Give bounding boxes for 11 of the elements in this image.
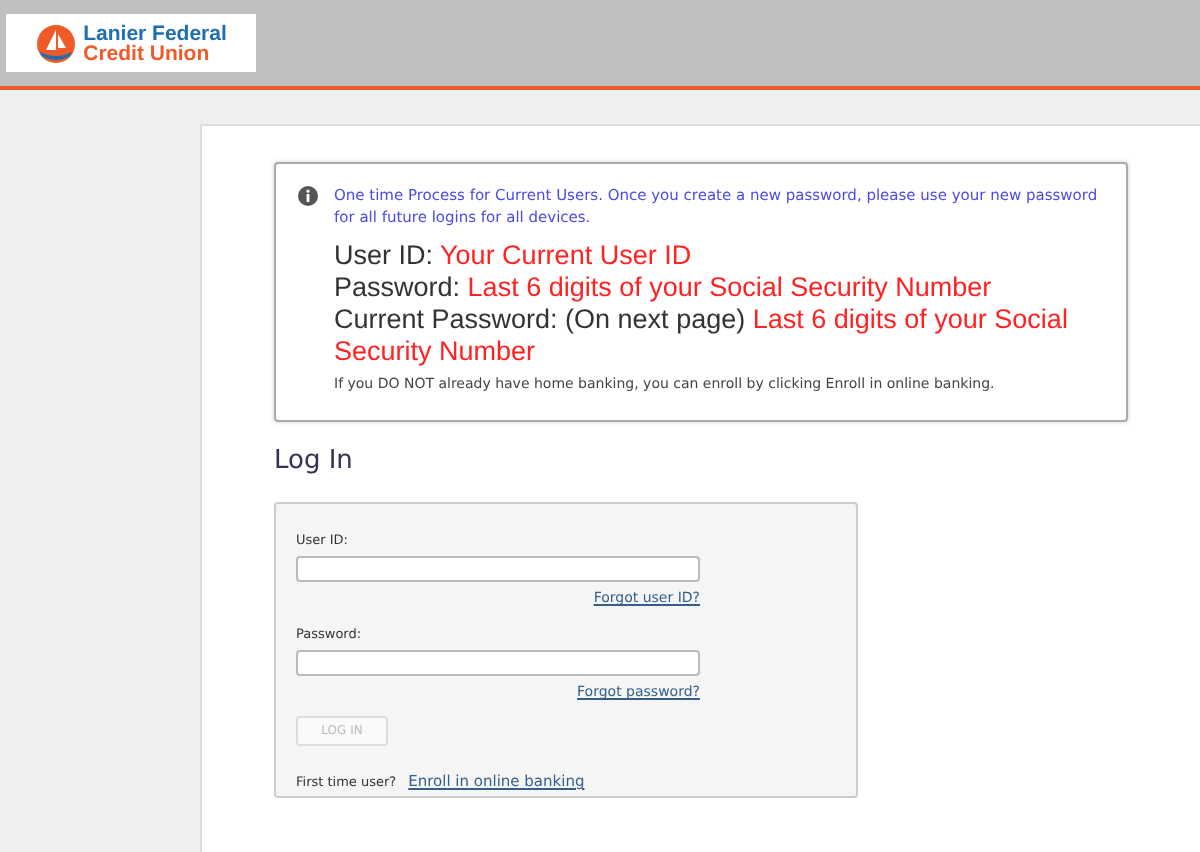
notice-line: Current Password: (On next page) Last 6 digits of your Social Security Number <box>334 304 1070 368</box>
login-heading: Log In <box>274 446 355 476</box>
notice-line: User ID: Your Current User ID <box>334 240 694 272</box>
sailboat-logo-icon <box>35 23 76 63</box>
input-field[interactable] <box>296 650 700 676</box>
logo[interactable]: Lanier Federal Credit Union <box>6 14 256 72</box>
info-icon <box>298 186 318 206</box>
logo-text: Credit Union <box>83 43 212 63</box>
logo-text: Lanier Federal <box>83 23 227 43</box>
notice-line: Password: Last 6 digits of your Social Security Number <box>334 272 994 304</box>
input-field[interactable] <box>296 556 700 582</box>
